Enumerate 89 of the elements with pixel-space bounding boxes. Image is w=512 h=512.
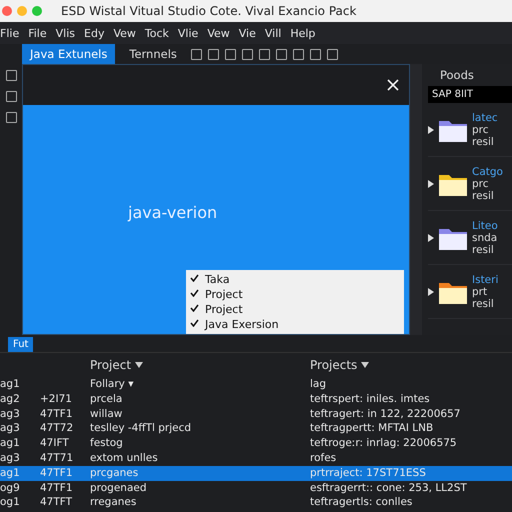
table-cell: teftragpertt: MFTAI LNB [310, 422, 434, 434]
toolbar-icon[interactable] [242, 48, 253, 60]
toolbar-icon[interactable] [276, 48, 287, 60]
item-text: snda [472, 232, 498, 244]
table-cell: og9 [0, 482, 20, 494]
table-cell: teftragert: in 122, 22200657 [310, 408, 460, 420]
column-header[interactable]: Projects [310, 353, 512, 377]
dropdown-item[interactable]: Project [186, 287, 404, 302]
panel-heading: java-verion [128, 203, 218, 222]
table-cell: 47TFT [40, 496, 72, 508]
item-text: resil [472, 190, 495, 202]
caret-icon[interactable] [361, 362, 370, 368]
maximize-dot[interactable] [32, 6, 42, 16]
table-cell: prcganes [90, 466, 138, 479]
panel-tab[interactable]: Fut [8, 337, 34, 352]
panel-title: Poods [439, 67, 475, 84]
item-title[interactable]: Liteo [472, 220, 498, 232]
toolbar-icon[interactable] [190, 48, 202, 60]
menu-item[interactable]: Help [290, 26, 316, 40]
menu-item[interactable]: Vill [264, 26, 282, 40]
toolbar-icon[interactable] [224, 48, 236, 60]
table-cell: ag3 [0, 452, 20, 464]
table-cell: festog [90, 437, 123, 450]
table-cell: teftrogeːr: inrlag: 22006575 [310, 437, 457, 450]
menu-item[interactable]: Flie [0, 26, 20, 40]
sidebar-icon[interactable] [6, 70, 16, 81]
scrollbar[interactable] [410, 64, 422, 335]
toolbar-icon[interactable] [208, 48, 219, 60]
table-cell: ag1 [0, 466, 20, 479]
caret-icon[interactable] [135, 362, 144, 368]
table-cell: teftrspert: iniles. imtes [310, 392, 430, 405]
table-cell: 47TF1 [40, 466, 72, 479]
table-cell: Follary ▾ [90, 378, 134, 390]
table-cell: esftragerrt:: cone: 253, LL2ST [310, 482, 467, 494]
table-cell: ag2 [0, 392, 20, 405]
menu-item[interactable]: Tock [144, 26, 169, 40]
dropdown-item[interactable]: Taka [186, 272, 404, 287]
window-title: ESD Wistal Vitual Studio Cote. Vival Exancio Pack [61, 4, 356, 18]
menu-item[interactable]: Vie [238, 26, 256, 40]
sidebar-icon[interactable] [6, 112, 16, 123]
table-cell: rreganes [90, 496, 136, 508]
item-text: resil [472, 136, 495, 148]
table-cell: prtrraject: 17ST71ESS [310, 466, 426, 479]
table-cell: progenaed [90, 482, 147, 494]
item-text: resil [472, 298, 495, 310]
column-header[interactable]: Project [90, 353, 310, 377]
item-title[interactable]: latec [472, 112, 498, 124]
table-cell: ag1 [0, 437, 20, 450]
table-cell: +2I71 [40, 392, 72, 405]
banner: SAP 8IIT [428, 86, 512, 103]
table-cell: teslley -4ffTl prjecd [90, 422, 192, 434]
toolbar-icon[interactable] [292, 48, 304, 60]
menu-item[interactable]: Vlie [178, 26, 198, 40]
table-cell: extom unlles [90, 452, 158, 464]
dropdown-item[interactable]: Project [186, 302, 404, 317]
menu-item[interactable]: Vew [207, 26, 230, 40]
item-text: prt [472, 286, 488, 298]
editor-tab[interactable]: Java Extunels [22, 44, 116, 64]
item-text: resil [472, 244, 495, 256]
item-text: prc [472, 178, 490, 190]
table-cell: 47TF1 [40, 408, 72, 420]
table-cell: 47IFT [40, 437, 69, 450]
table-cell: willaw [90, 408, 122, 420]
table-cell: ag3 [0, 422, 20, 434]
table-cell: 47T72 [40, 422, 74, 434]
table-cell: prcela [90, 392, 122, 405]
toolbar-icon[interactable] [326, 48, 338, 60]
toolbar-icon[interactable] [310, 48, 321, 60]
table-cell: rofes [310, 452, 336, 464]
table-cell: ag3 [0, 408, 20, 420]
table-cell: og1 [0, 496, 20, 508]
menu-item[interactable]: File [28, 26, 47, 40]
editor-tab[interactable]: Ternnels [121, 44, 185, 64]
table-cell: lag [310, 378, 326, 390]
item-title[interactable]: Catgo [472, 166, 503, 178]
item-title[interactable]: Isteri [472, 274, 498, 286]
dropdown-item[interactable]: Java Exersion [186, 317, 404, 332]
item-text: prc [472, 124, 490, 136]
sidebar-icon[interactable] [6, 91, 16, 102]
menu-item[interactable]: Vew [113, 26, 136, 40]
menu-item[interactable]: Edy [84, 26, 104, 40]
table-cell: 47T71 [40, 452, 74, 464]
table-cell: 47TF1 [40, 482, 72, 494]
table-cell: teftragertls: conlles [310, 496, 412, 508]
menu-item[interactable]: Vlis [56, 26, 76, 40]
toolbar-icon[interactable] [258, 48, 270, 60]
close-dot[interactable] [2, 6, 12, 16]
minimize-dot[interactable] [17, 6, 27, 16]
table-cell: ag1 [0, 378, 20, 390]
